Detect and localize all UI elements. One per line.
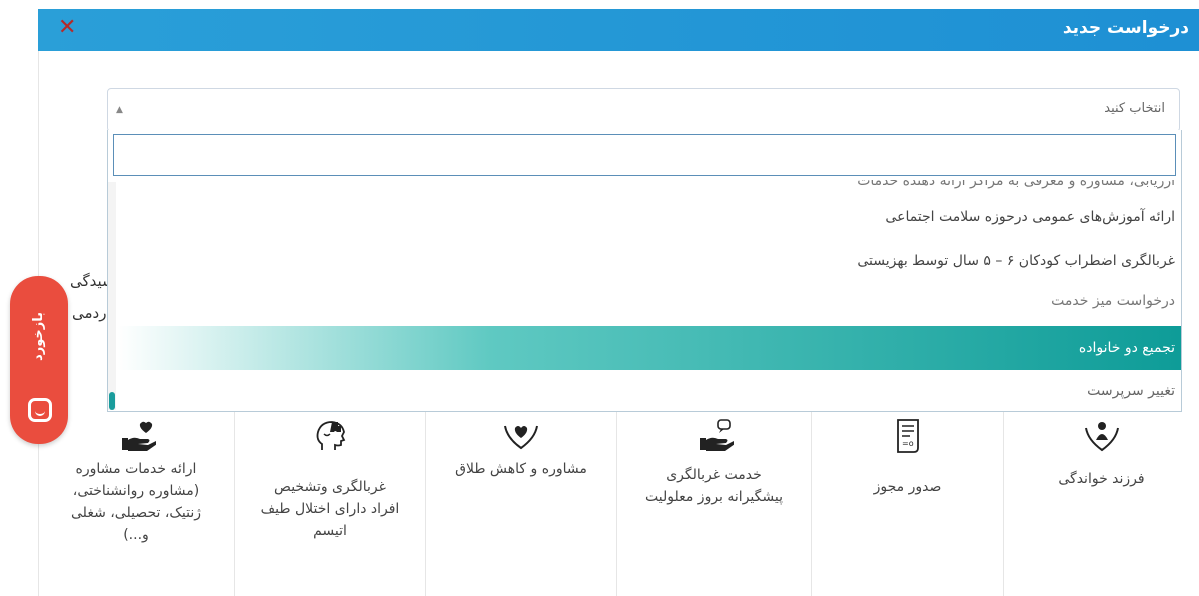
tile-license-issuance[interactable]: =o صدور مجوز — [811, 412, 1003, 596]
option-item[interactable]: غربالگری اضطراب کودکان ۶ – ۵ سال توسط به… — [118, 240, 1181, 282]
services-grid: ارائه خدمات مشاوره (مشاوره روانشناختی، ژ… — [38, 412, 1199, 596]
tile-divorce-counseling[interactable]: مشاوره و کاهش طلاق — [425, 412, 616, 596]
dropdown-search-input[interactable] — [113, 134, 1176, 176]
tile-label: صدور مجوز — [873, 479, 942, 495]
option-item[interactable]: تغییر سرپرست — [118, 370, 1181, 408]
option-item-highlighted[interactable]: تجمیع دو خانواده — [118, 326, 1181, 370]
tile-label: مشاوره و کاهش طلاق — [455, 461, 587, 477]
background-text-fragment: ردمی — [72, 304, 107, 322]
option-item[interactable]: ارائه آموزش‌های عمومی درحوزه سلامت اجتما… — [118, 196, 1181, 238]
tile-adoption[interactable]: فرزند خواندگی — [1003, 412, 1199, 596]
feedback-tab[interactable]: بازخورد — [10, 276, 68, 444]
options-list: ارزیابی، مشاوره و معرفی به مراکز ارائه د… — [118, 180, 1181, 408]
smile-icon — [28, 398, 52, 422]
hands-heart-icon — [504, 425, 538, 450]
option-item[interactable]: درخواست میز خدمت — [118, 280, 1181, 322]
close-icon[interactable]: ✕ — [58, 17, 76, 39]
svg-text:=o: =o — [902, 439, 914, 448]
service-select[interactable]: انتخاب کنید ▲ — [107, 88, 1180, 132]
tile-label: فرزند خواندگی — [1058, 471, 1145, 487]
select-value: انتخاب کنید — [1104, 101, 1165, 116]
head-puzzle-icon — [316, 421, 346, 450]
dropdown-scrollbar[interactable] — [108, 182, 116, 410]
chevron-up-icon: ▲ — [116, 105, 123, 115]
tile-label: غربالگری وتشخیص افراد دارای اختلال طیف ا… — [260, 479, 400, 539]
modal-title: درخواست جدید — [1062, 18, 1189, 38]
child-hands-icon — [1084, 422, 1119, 452]
hand-heart-icon — [122, 421, 156, 451]
tile-autism-screening[interactable]: غربالگری وتشخیص افراد دارای اختلال طیف ا… — [234, 412, 425, 596]
modal-header: درخواست جدید ✕ — [38, 9, 1199, 51]
document-icon: =o — [896, 419, 919, 453]
tile-label: ارائه خدمات مشاوره (مشاوره روانشناختی، ژ… — [71, 461, 201, 543]
scrollbar-thumb[interactable] — [109, 392, 115, 410]
select-dropdown: ارزیابی، مشاوره و معرفی به مراکز ارائه د… — [107, 130, 1182, 412]
tile-disability-screening[interactable]: خدمت غربالگری پیشگیرانه بروز معلولیت — [616, 412, 811, 596]
tile-counseling-services[interactable]: ارائه خدمات مشاوره (مشاوره روانشناختی، ژ… — [38, 412, 234, 596]
hand-chat-icon — [700, 419, 734, 451]
tile-label: خدمت غربالگری پیشگیرانه بروز معلولیت — [645, 467, 783, 505]
feedback-label: بازخورد — [31, 312, 46, 361]
